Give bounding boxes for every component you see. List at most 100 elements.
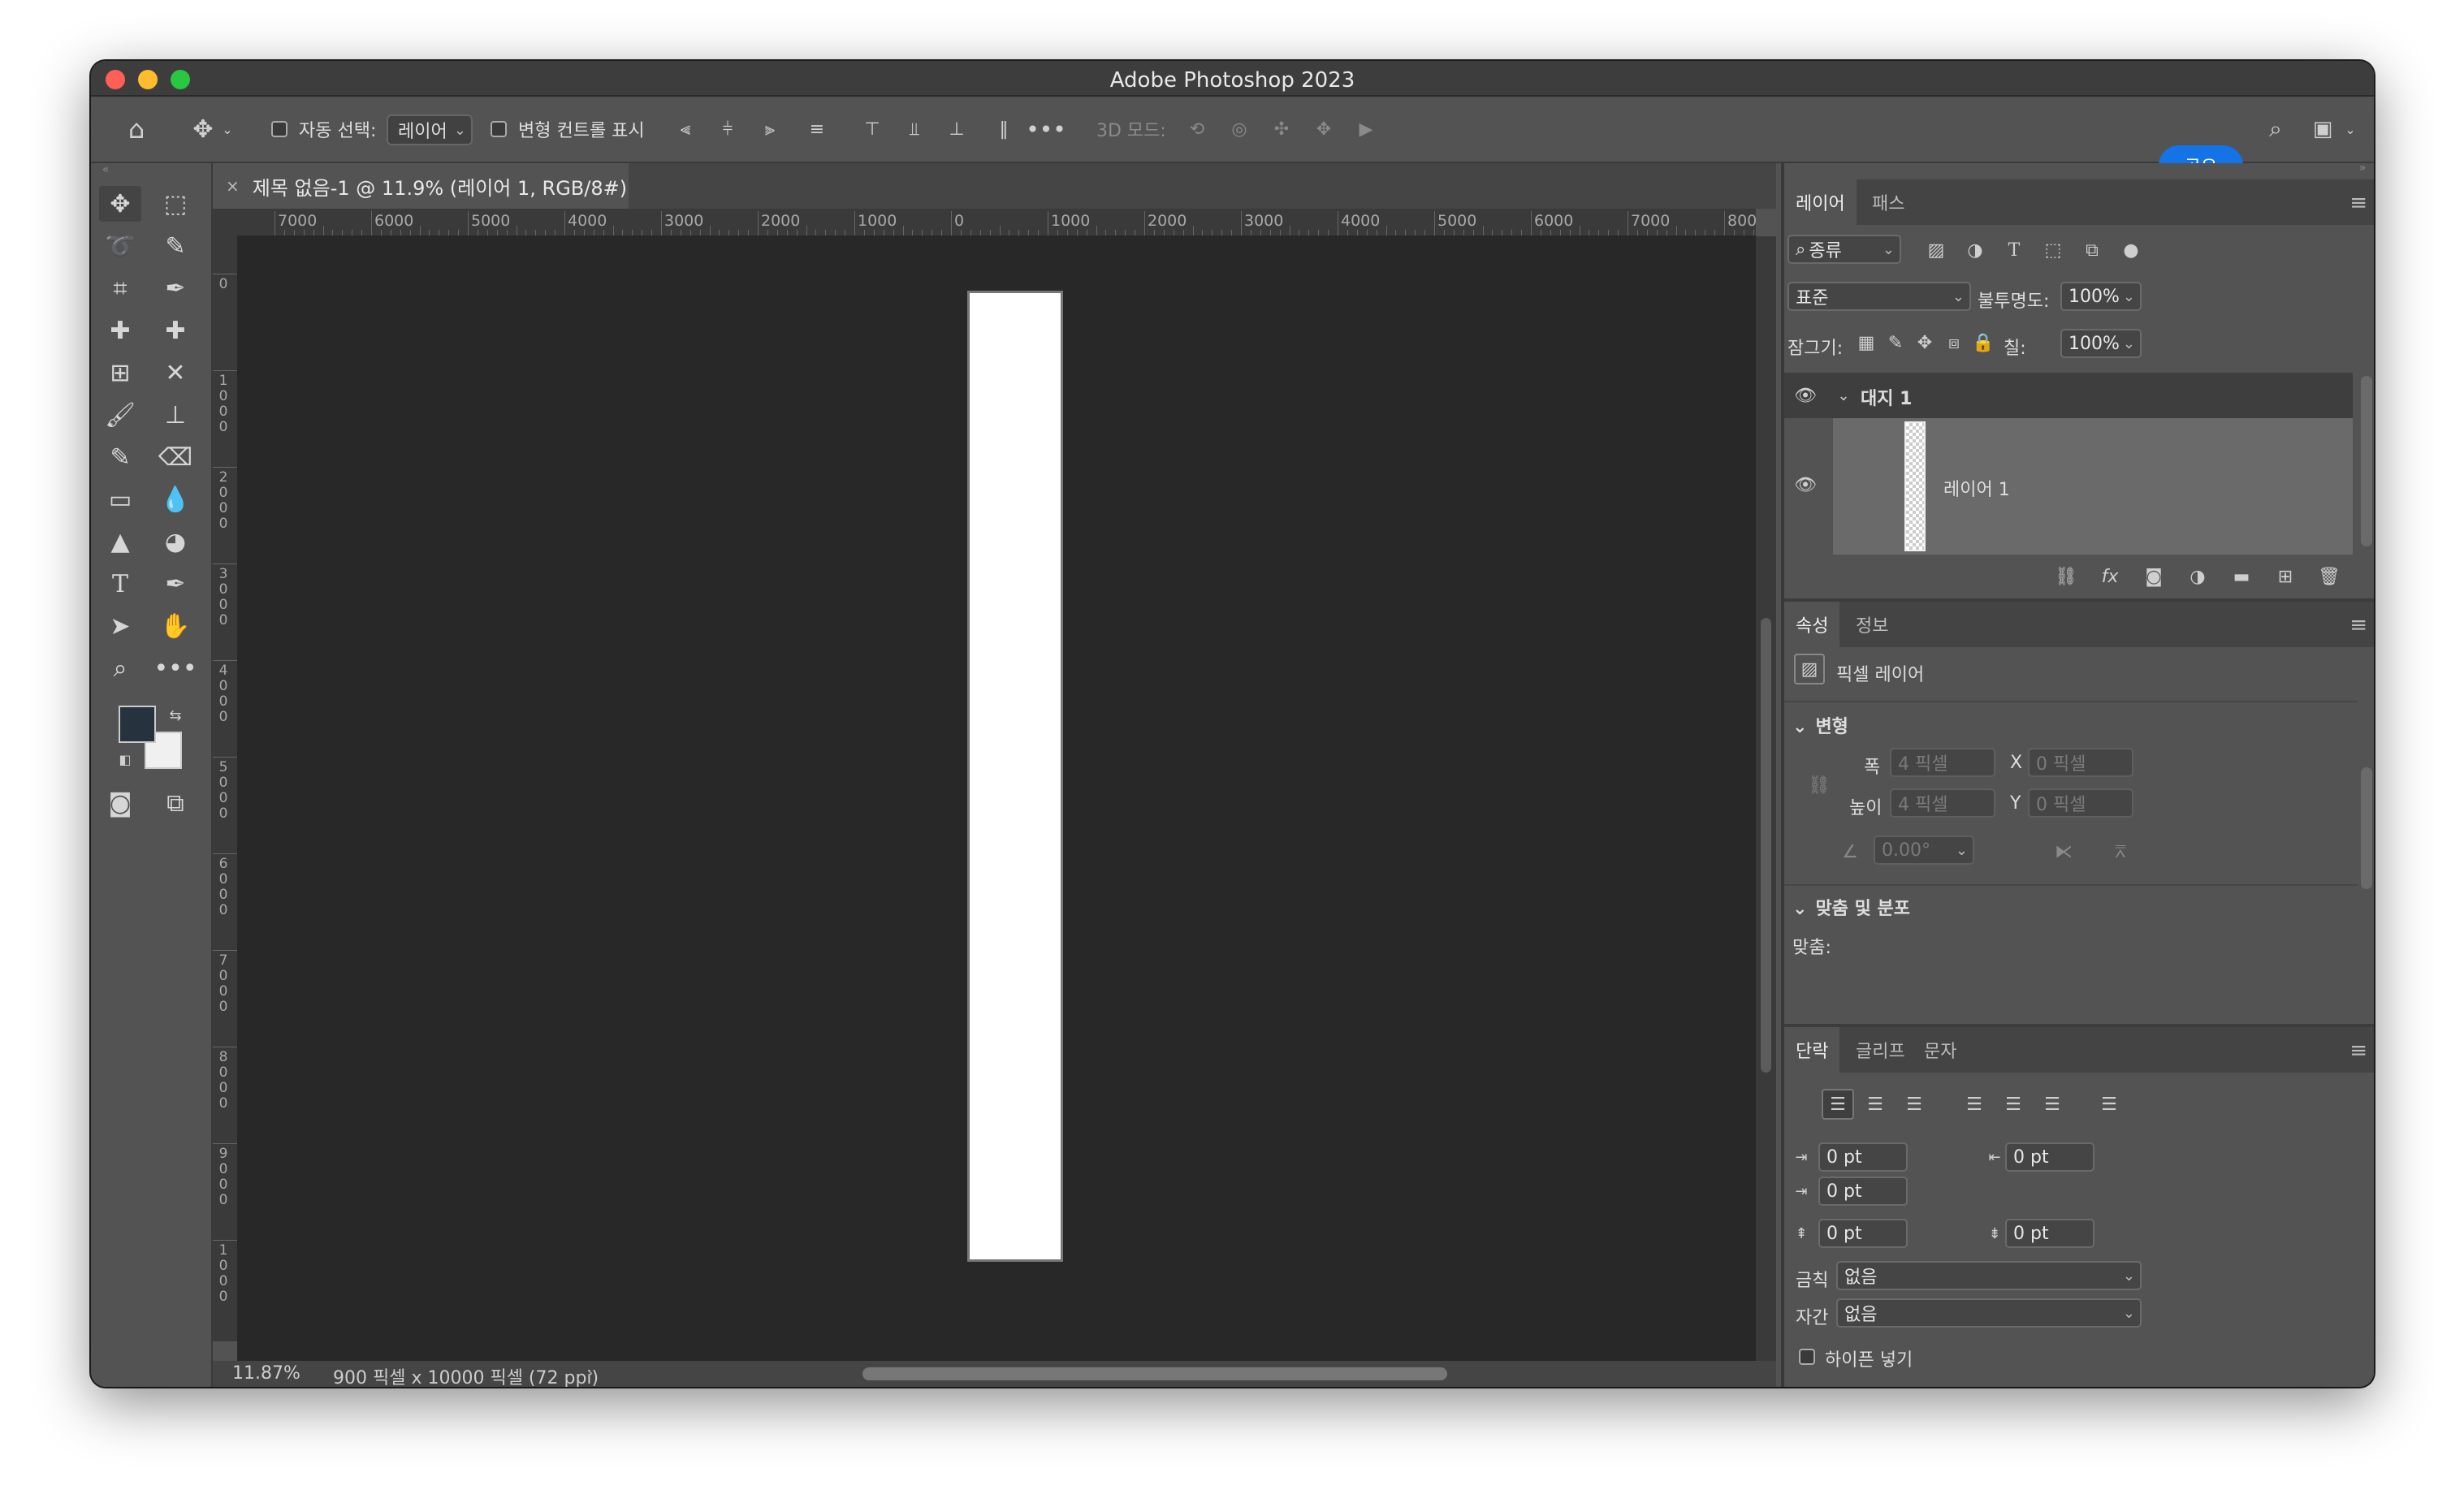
flip-horizontal-icon[interactable]: ⧔ bbox=[2049, 837, 2078, 866]
layers-panel-menu-icon[interactable]: ≡ bbox=[2349, 191, 2367, 215]
canvas-area[interactable] bbox=[237, 236, 1756, 1361]
search-icon[interactable]: ⌕ bbox=[2259, 113, 2292, 145]
transform-controls-checkbox[interactable] bbox=[491, 121, 507, 137]
add-mask-icon[interactable]: ◙ bbox=[2140, 563, 2168, 590]
spot-heal-tool-icon[interactable]: ✚ bbox=[99, 313, 141, 348]
tab-glyphs[interactable]: 글리프 bbox=[1844, 1027, 1917, 1073]
close-tab-icon[interactable]: × bbox=[226, 176, 240, 196]
frame-tool-icon[interactable]: ⊞ bbox=[99, 355, 141, 391]
transform-section-header[interactable]: ⌄ 변형 bbox=[1792, 712, 1848, 738]
filter-toggle-icon[interactable]: ● bbox=[2117, 236, 2145, 264]
tab-character[interactable]: 문자 bbox=[1913, 1027, 1968, 1073]
width-field[interactable]: 4 픽셀 bbox=[1890, 748, 1995, 777]
y-field[interactable]: 0 픽셀 bbox=[2028, 788, 2133, 818]
swap-colors-icon[interactable]: ⇆ bbox=[166, 706, 185, 725]
collapse-panels-icon[interactable]: » bbox=[2353, 162, 2372, 175]
artboard-row[interactable]: 👁 ⌄ 대지 1 bbox=[1784, 373, 2353, 418]
gradient-tool-icon[interactable]: ▭ bbox=[99, 481, 141, 517]
lasso-tool-icon[interactable]: ➰ bbox=[99, 228, 141, 264]
distribute-icon[interactable]: ≡ bbox=[802, 114, 832, 144]
document-tab[interactable]: × 제목 없음-1 @ 11.9% (레이어 1, RGB/8#) bbox=[213, 163, 629, 209]
justify-right-icon[interactable]: ☰ bbox=[2036, 1089, 2068, 1120]
lock-pixels-icon[interactable]: ✎ bbox=[1883, 329, 1908, 356]
home-icon[interactable]: ⌂ bbox=[120, 113, 153, 145]
flip-vertical-icon[interactable]: ⩞ bbox=[2106, 837, 2135, 866]
crop-tool-icon[interactable]: ⌗ bbox=[99, 270, 141, 306]
new-group-icon[interactable]: ▬ bbox=[2228, 563, 2255, 590]
opacity-field[interactable]: 100% ⌄ bbox=[2060, 282, 2142, 311]
zoom-tool-icon[interactable]: ⌕ bbox=[99, 650, 141, 686]
hand-tool-icon[interactable]: ✋ bbox=[154, 608, 197, 644]
kinsoku-dropdown[interactable]: 없음 ⌄ bbox=[1836, 1261, 2142, 1290]
pan-3d-icon[interactable]: ✣ bbox=[1267, 114, 1296, 144]
type-tool-icon[interactable]: T bbox=[99, 566, 141, 602]
layers-scrollbar[interactable] bbox=[2361, 376, 2372, 546]
mojikumi-dropdown[interactable]: 없음 ⌄ bbox=[1836, 1298, 2142, 1328]
align-section-header[interactable]: ⌄ 맞춤 및 분포 bbox=[1792, 894, 1910, 920]
adjustment-layer-icon[interactable]: ◑ bbox=[2184, 563, 2211, 590]
tab-paragraph[interactable]: 단락 bbox=[1784, 1027, 1840, 1073]
visibility-eye-icon[interactable]: 👁 bbox=[1792, 382, 1818, 408]
filter-shape-icon[interactable]: ⬚ bbox=[2039, 236, 2067, 264]
lock-artboard-icon[interactable]: ⧈ bbox=[1942, 329, 1966, 356]
filter-type-icon[interactable]: T bbox=[2000, 236, 2028, 264]
horizontal-scroll-thumb[interactable] bbox=[862, 1367, 1447, 1380]
align-text-right-icon[interactable]: ☰ bbox=[1898, 1089, 1930, 1120]
tab-layers[interactable]: 레이어 bbox=[1784, 179, 1857, 225]
workspace-icon[interactable]: ▣ bbox=[2306, 113, 2339, 145]
rect-marquee-tool-icon[interactable]: ⬚ bbox=[154, 186, 197, 222]
pen-tool-icon[interactable]: ✒ bbox=[154, 566, 197, 602]
roll-3d-icon[interactable]: ◎ bbox=[1225, 114, 1254, 144]
chevron-right-icon[interactable]: › bbox=[586, 1363, 594, 1384]
history-brush-tool-icon[interactable]: ✎ bbox=[99, 439, 141, 475]
indent-left-field[interactable]: 0 pt bbox=[1818, 1142, 1908, 1172]
slide-3d-icon[interactable]: ✥ bbox=[1309, 114, 1338, 144]
blend-mode-dropdown[interactable]: 표준 ⌄ bbox=[1787, 282, 1971, 311]
tab-properties[interactable]: 속성 bbox=[1784, 602, 1840, 647]
link-dimensions-icon[interactable]: ⛓ bbox=[1807, 771, 1831, 800]
distribute-v-icon[interactable]: ‖ bbox=[989, 114, 1018, 144]
layer-filter-dropdown[interactable]: ⌕ 종류 ⌄ bbox=[1787, 235, 1901, 264]
lock-all-icon[interactable]: 🔒 bbox=[1971, 329, 1995, 356]
justify-left-icon[interactable]: ☰ bbox=[1958, 1089, 1991, 1120]
x-field[interactable]: 0 픽셀 bbox=[2028, 748, 2133, 777]
new-layer-icon[interactable]: ⊞ bbox=[2272, 563, 2299, 590]
lock-position-icon[interactable]: ✥ bbox=[1913, 329, 1937, 356]
indent-right-field[interactable]: 0 pt bbox=[2005, 1142, 2094, 1172]
bandage-tool-icon[interactable]: ✚ bbox=[154, 313, 197, 348]
auto-select-dropdown[interactable]: 레이어 ⌄ bbox=[387, 114, 473, 145]
clone-stamp-tool-icon[interactable]: ⊥ bbox=[154, 397, 197, 433]
artboard[interactable] bbox=[967, 291, 1063, 1262]
align-text-center-icon[interactable]: ☰ bbox=[1859, 1089, 1891, 1120]
move-tool-icon[interactable]: ✥ bbox=[99, 186, 141, 222]
fx-icon[interactable]: fx bbox=[2096, 563, 2124, 590]
align-middle-v-icon[interactable]: ⫫ bbox=[900, 114, 929, 144]
move-tool-icon[interactable]: ✥ bbox=[187, 113, 219, 145]
brush-tool-icon[interactable]: 🖌 bbox=[99, 397, 141, 433]
path-select-tool-icon[interactable]: ➤ bbox=[99, 608, 141, 644]
link-layers-icon[interactable]: ⛓ bbox=[2052, 563, 2080, 590]
indent-first-line-field[interactable]: 0 pt bbox=[1818, 1177, 1908, 1206]
tab-paths[interactable]: 패스 bbox=[1861, 179, 1916, 225]
align-center-h-icon[interactable]: ⫩ bbox=[713, 114, 742, 144]
justify-center-icon[interactable]: ☰ bbox=[1997, 1089, 2030, 1120]
screen-mode-icon[interactable]: ⧉ bbox=[154, 785, 197, 821]
quick-select-tool-icon[interactable]: ✎ bbox=[154, 228, 197, 264]
orbit-3d-icon[interactable]: ⟲ bbox=[1182, 114, 1212, 144]
collapse-toolbar-icon[interactable]: « bbox=[96, 163, 115, 176]
smudge-tool-icon[interactable]: ◕ bbox=[154, 524, 197, 559]
quick-mask-icon[interactable]: ◙ bbox=[99, 785, 141, 821]
default-colors-icon[interactable]: ◧ bbox=[115, 749, 135, 769]
hyphenate-checkbox[interactable] bbox=[1799, 1349, 1815, 1365]
layer-row[interactable]: 👁 레이어 1 bbox=[1784, 418, 2353, 555]
foreground-color-swatch[interactable] bbox=[119, 706, 156, 743]
dodge-tool-icon[interactable]: ▲ bbox=[99, 524, 141, 559]
align-text-left-icon[interactable]: ☰ bbox=[1822, 1089, 1854, 1120]
eraser-tool-icon[interactable]: ⌫ bbox=[154, 439, 197, 475]
more-options-icon[interactable]: ••• bbox=[1026, 114, 1066, 144]
delete-layer-icon[interactable]: 🗑 bbox=[2315, 563, 2343, 590]
edit-toolbar-icon[interactable]: ••• bbox=[153, 650, 197, 686]
eyedropper-tool-icon[interactable]: ✒ bbox=[154, 270, 197, 306]
space-before-field[interactable]: 0 pt bbox=[1818, 1219, 1908, 1248]
height-field[interactable]: 4 픽셀 bbox=[1890, 788, 1995, 818]
